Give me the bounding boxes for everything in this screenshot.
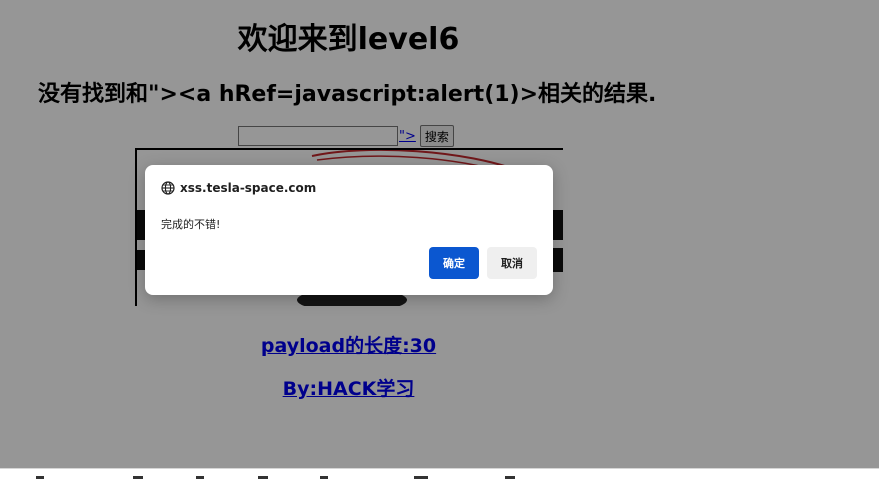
globe-icon	[161, 181, 175, 195]
web-page: 欢迎来到level6 没有找到和"><a hRef=javascript:ale…	[0, 0, 879, 479]
dialog-actions: 确定 取消	[429, 247, 537, 279]
dialog-message: 完成的不错!	[161, 218, 221, 231]
alert-dialog: xss.tesla-space.com 完成的不错! 确定 取消	[145, 165, 553, 295]
cancel-button[interactable]: 取消	[487, 247, 537, 279]
taskbar-strip	[0, 468, 879, 479]
ok-button[interactable]: 确定	[429, 247, 479, 279]
dialog-origin: xss.tesla-space.com	[161, 181, 316, 195]
dialog-origin-text: xss.tesla-space.com	[180, 181, 317, 195]
